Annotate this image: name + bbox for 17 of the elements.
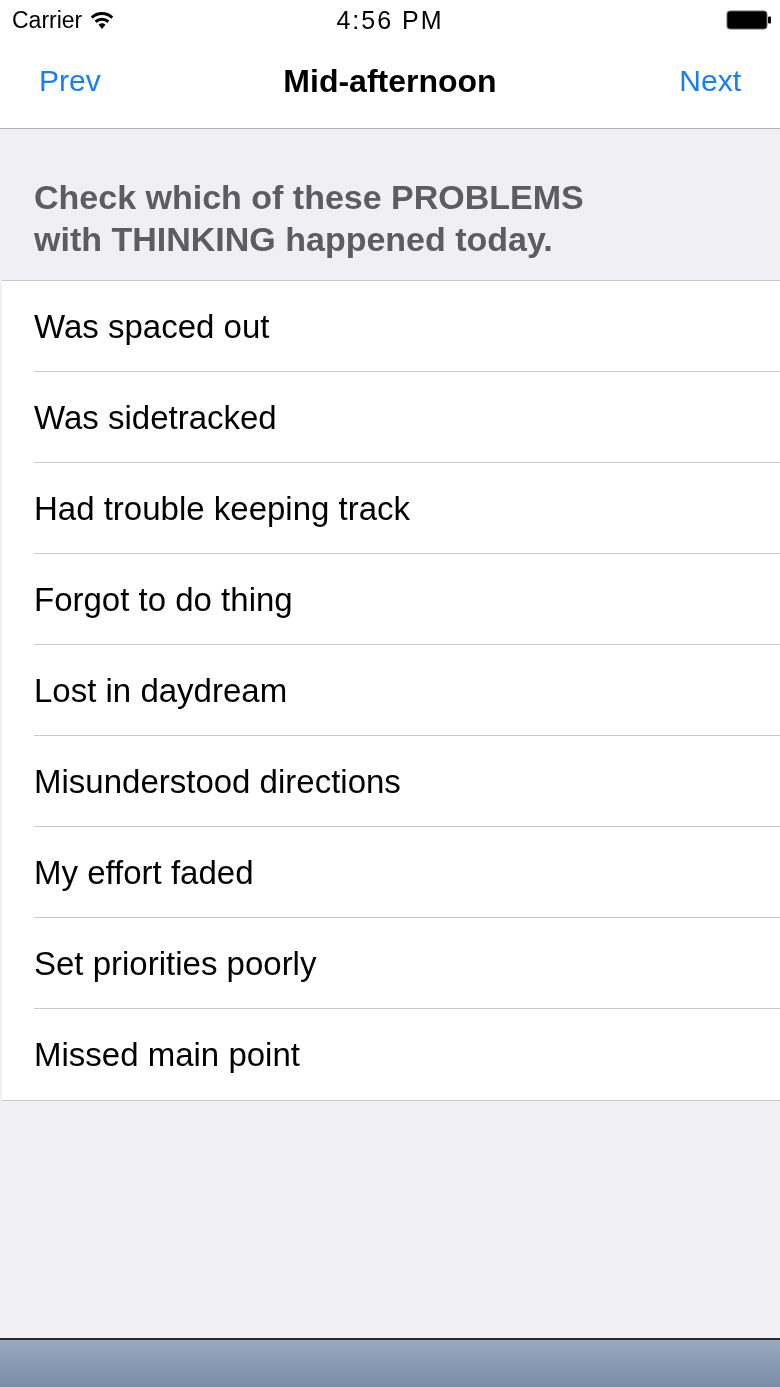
checklist-item[interactable]: Misunderstood directions [34, 764, 401, 798]
section-header: Check which of these PROBLEMS with THINKING happened today. [34, 177, 585, 260]
screen-title: Mid-afternoon [283, 65, 497, 97]
checklist-item[interactable]: Was sidetracked [34, 400, 277, 434]
battery-icon [726, 10, 772, 30]
checklist-item[interactable]: Forgot to do thing [34, 582, 293, 616]
carrier-label: Carrier [12, 8, 83, 32]
clock-label: 4:56 PM [336, 7, 444, 33]
checklist-item[interactable]: Set priorities poorly [34, 946, 317, 980]
next-button[interactable]: Next [679, 66, 741, 96]
checklist-item[interactable]: Missed main point [34, 1038, 300, 1071]
checklist-item[interactable]: Was spaced out [34, 309, 270, 343]
prev-button[interactable]: Prev [39, 66, 101, 96]
checklist-item[interactable]: Lost in daydream [34, 673, 288, 707]
checklist-item[interactable]: My effort faded [34, 855, 254, 889]
checklist-item[interactable]: Had trouble keeping track [34, 491, 411, 525]
wifi-icon [90, 11, 115, 29]
